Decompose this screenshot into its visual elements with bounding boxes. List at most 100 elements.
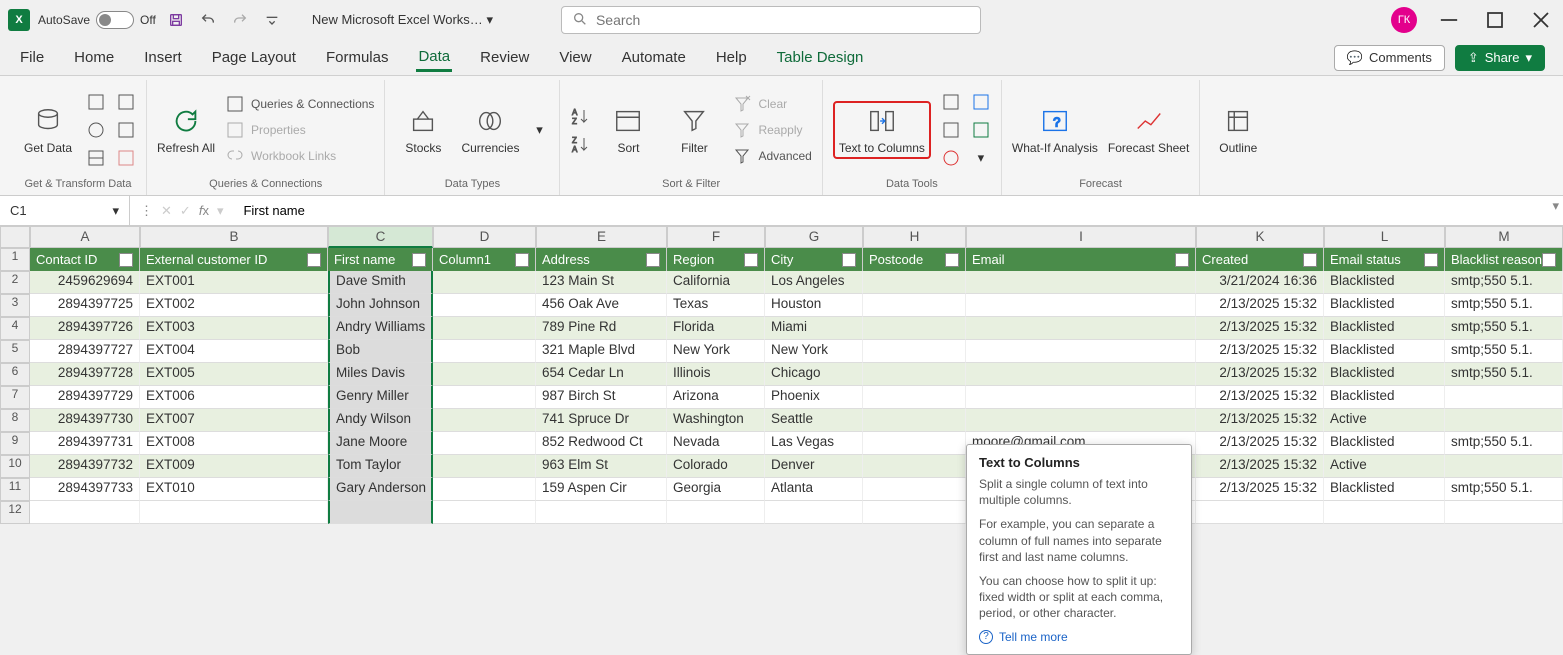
column-header[interactable]: E [536, 226, 667, 248]
cell[interactable]: 2894397733 [30, 478, 140, 501]
row-header[interactable]: 7 [0, 386, 30, 409]
filter-dropdown-icon[interactable]: ▾ [945, 253, 959, 267]
table-header-cell[interactable]: City▾ [765, 248, 863, 271]
cell[interactable]: Active [1324, 409, 1445, 432]
column-header[interactable]: C [328, 226, 433, 248]
cell[interactable]: smtp;550 5.1. [1445, 340, 1563, 363]
table-header-cell[interactable]: Column1▾ [433, 248, 536, 271]
cell[interactable] [863, 363, 966, 386]
cell[interactable]: 2/13/2025 15:32 [1196, 340, 1324, 363]
tab-view[interactable]: View [557, 45, 593, 70]
column-header[interactable]: L [1324, 226, 1445, 248]
cell[interactable] [966, 363, 1196, 386]
formula-input[interactable] [233, 196, 1563, 225]
column-header[interactable]: B [140, 226, 328, 248]
comments-button[interactable]: 💬Comments [1334, 45, 1445, 71]
cell[interactable] [1445, 409, 1563, 432]
cell[interactable]: Nevada [667, 432, 765, 455]
cell[interactable] [1196, 501, 1324, 524]
cell[interactable]: Denver [765, 455, 863, 478]
save-icon[interactable] [164, 8, 188, 32]
cell[interactable] [863, 271, 966, 294]
cell[interactable] [966, 386, 1196, 409]
recent-sources-icon[interactable] [116, 92, 136, 112]
row-header[interactable]: 12 [0, 501, 30, 524]
cell[interactable]: Miami [765, 317, 863, 340]
tab-home[interactable]: Home [72, 45, 116, 70]
cell[interactable]: EXT010 [140, 478, 328, 501]
cell[interactable]: smtp;550 5.1. [1445, 271, 1563, 294]
cell[interactable] [433, 294, 536, 317]
row-header[interactable]: 4 [0, 317, 30, 340]
row-header[interactable]: 2 [0, 271, 30, 294]
row-header[interactable]: 6 [0, 363, 30, 386]
cell[interactable]: EXT006 [140, 386, 328, 409]
cell[interactable]: EXT001 [140, 271, 328, 294]
cell[interactable]: 789 Pine Rd [536, 317, 667, 340]
cell[interactable] [433, 271, 536, 294]
cell[interactable]: Phoenix [765, 386, 863, 409]
flash-fill-icon[interactable] [941, 92, 961, 112]
cell[interactable]: Colorado [667, 455, 765, 478]
cell[interactable]: Jane Moore [328, 432, 433, 455]
from-text-icon[interactable] [86, 92, 106, 112]
cell[interactable] [328, 501, 433, 524]
cell[interactable]: 987 Birch St [536, 386, 667, 409]
cell[interactable]: smtp;550 5.1. [1445, 432, 1563, 455]
cell[interactable] [30, 501, 140, 524]
cell[interactable]: Bob [328, 340, 433, 363]
cell[interactable]: Dave Smith [328, 271, 433, 294]
cell[interactable]: 2894397725 [30, 294, 140, 317]
cell[interactable]: Washington [667, 409, 765, 432]
redo-icon[interactable] [228, 8, 252, 32]
table-header-cell[interactable]: First name▾ [328, 248, 433, 271]
cell[interactable] [863, 432, 966, 455]
cell[interactable]: Blacklisted [1324, 317, 1445, 340]
stocks-button[interactable]: Stocks [395, 105, 451, 155]
row-header[interactable]: 9 [0, 432, 30, 455]
cell[interactable] [863, 317, 966, 340]
cell[interactable]: Los Angeles [765, 271, 863, 294]
cell[interactable] [433, 340, 536, 363]
user-avatar[interactable]: ГК [1391, 7, 1417, 33]
outline-button[interactable]: Outline [1210, 105, 1266, 155]
cell[interactable]: 2894397728 [30, 363, 140, 386]
cell[interactable] [433, 409, 536, 432]
cell[interactable]: 741 Spruce Dr [536, 409, 667, 432]
tab-file[interactable]: File [18, 45, 46, 70]
cell[interactable]: EXT002 [140, 294, 328, 317]
row-header[interactable]: 8 [0, 409, 30, 432]
cell[interactable]: 456 Oak Ave [536, 294, 667, 317]
cell[interactable]: Florida [667, 317, 765, 340]
cell[interactable] [863, 501, 966, 524]
cell[interactable]: EXT005 [140, 363, 328, 386]
filter-dropdown-icon[interactable]: ▾ [307, 253, 321, 267]
name-box[interactable]: C1▾ [0, 196, 130, 225]
currencies-button[interactable]: Currencies [461, 105, 519, 155]
filter-dropdown-icon[interactable]: ▾ [1542, 253, 1556, 267]
tab-automate[interactable]: Automate [620, 45, 688, 70]
cell[interactable] [433, 455, 536, 478]
cell[interactable]: Blacklisted [1324, 386, 1445, 409]
cell[interactable] [433, 432, 536, 455]
tab-page-layout[interactable]: Page Layout [210, 45, 298, 70]
toggle-switch-icon[interactable] [96, 11, 134, 29]
cell[interactable]: 2894397727 [30, 340, 140, 363]
enter-icon[interactable]: ✓ [180, 203, 191, 219]
cell[interactable] [433, 386, 536, 409]
cell[interactable]: Genry Miller [328, 386, 433, 409]
cell[interactable] [1324, 501, 1445, 524]
table-header-cell[interactable]: Email status▾ [1324, 248, 1445, 271]
cell[interactable] [863, 409, 966, 432]
tab-help[interactable]: Help [714, 45, 749, 70]
cell[interactable]: 2/13/2025 15:32 [1196, 478, 1324, 501]
cell[interactable]: EXT009 [140, 455, 328, 478]
tab-data[interactable]: Data [416, 44, 452, 72]
cell[interactable]: 2/13/2025 15:32 [1196, 455, 1324, 478]
cell[interactable]: 321 Maple Blvd [536, 340, 667, 363]
spreadsheet-grid[interactable]: ABCDEFGHIKLM1Contact ID▾External custome… [0, 226, 1563, 524]
cell[interactable]: Illinois [667, 363, 765, 386]
cell[interactable] [536, 501, 667, 524]
relationships-icon[interactable] [971, 120, 991, 140]
cell[interactable] [863, 340, 966, 363]
